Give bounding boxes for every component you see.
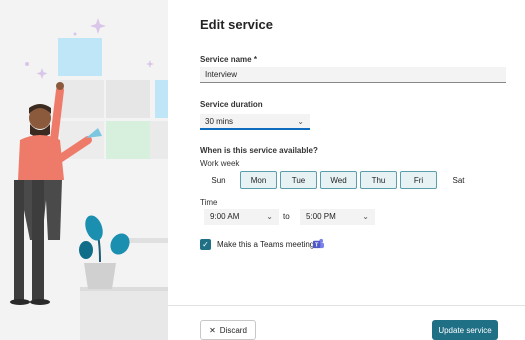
teams-meeting-label: Make this a Teams meeting xyxy=(217,240,315,249)
chevron-down-icon: ⌄ xyxy=(297,117,304,126)
end-time-dropdown[interactable]: 5:00 PM ⌄ xyxy=(300,209,375,225)
discard-label: Discard xyxy=(219,325,247,335)
illustration-panel xyxy=(0,0,168,340)
footer-divider xyxy=(168,305,525,306)
day-fri[interactable]: Fri xyxy=(400,171,437,189)
work-week-label: Work week xyxy=(200,159,240,168)
service-name-label: Service name * xyxy=(200,55,257,64)
service-duration-label: Service duration xyxy=(200,100,263,109)
work-week-days: Sun Mon Tue Wed Thu Fri Sat xyxy=(200,171,477,189)
day-mon[interactable]: Mon xyxy=(240,171,277,189)
close-icon: ✕ xyxy=(209,325,216,335)
teams-meeting-checkbox[interactable]: ✓ xyxy=(200,239,211,250)
page-title: Edit service xyxy=(200,17,273,32)
time-label: Time xyxy=(200,198,218,207)
day-sat[interactable]: Sat xyxy=(440,171,477,189)
start-time-dropdown[interactable]: 9:00 AM ⌄ xyxy=(204,209,279,225)
day-wed[interactable]: Wed xyxy=(320,171,357,189)
start-time-value: 9:00 AM xyxy=(210,212,240,221)
edit-service-panel: Edit service Service name * Service dura… xyxy=(168,0,525,340)
to-label: to xyxy=(283,212,290,221)
checkmark-icon: ✓ xyxy=(202,240,209,249)
availability-label: When is this service available? xyxy=(200,146,318,155)
service-name-input[interactable] xyxy=(200,67,506,83)
service-duration-dropdown[interactable]: 30 mins ⌄ xyxy=(200,114,310,130)
update-service-button[interactable]: Update service xyxy=(432,320,498,340)
teams-icon: T xyxy=(313,238,324,249)
chevron-down-icon: ⌄ xyxy=(266,212,273,221)
chevron-down-icon: ⌄ xyxy=(362,212,369,221)
illustration-person-with-plant xyxy=(10,18,168,340)
discard-button[interactable]: ✕ Discard xyxy=(200,320,256,340)
service-duration-value: 30 mins xyxy=(205,117,234,126)
day-sun[interactable]: Sun xyxy=(200,171,237,189)
end-time-value: 5:00 PM xyxy=(306,212,336,221)
day-thu[interactable]: Thu xyxy=(360,171,397,189)
update-service-label: Update service xyxy=(438,325,492,335)
day-tue[interactable]: Tue xyxy=(280,171,317,189)
